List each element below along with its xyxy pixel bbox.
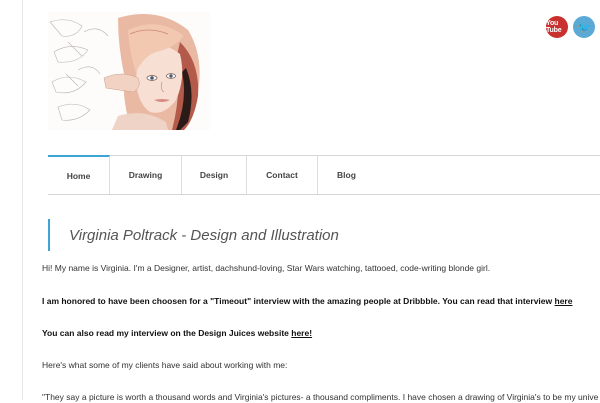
twitter-icon[interactable]: 🐦: [573, 16, 595, 38]
nav-blog-label: Blog: [337, 170, 356, 180]
client-quote: "They say a picture is worth a thousand …: [42, 392, 599, 402]
portrait-drawing: [49, 14, 200, 130]
nav-design[interactable]: Design: [182, 156, 247, 194]
nav-home[interactable]: Home: [48, 155, 110, 194]
page-title: Virginia Poltrack - Design and Illustrat…: [69, 226, 339, 244]
design-juices-text: You can also read my interview on the De…: [42, 328, 292, 338]
nav-design-label: Design: [199, 170, 229, 180]
nav-home-label: Home: [66, 170, 91, 181]
nav-contact[interactable]: Contact: [247, 156, 318, 194]
timeout-paragraph: I am honored to have been choosen for a …: [42, 296, 572, 307]
main-navigation: Home Drawing Design Contact Blog: [48, 155, 600, 195]
page-title-block: Virginia Poltrack - Design and Illustrat…: [48, 219, 339, 251]
clients-intro: Here's what some of my clients have said…: [42, 360, 288, 370]
header-portrait-illustration: [48, 12, 210, 130]
nav-contact-label: Contact: [266, 170, 298, 180]
design-juices-paragraph: You can also read my interview on the De…: [42, 328, 312, 339]
design-juices-link[interactable]: here!: [291, 328, 312, 338]
timeout-interview-link[interactable]: here: [555, 296, 573, 306]
nav-blog[interactable]: Blog: [318, 156, 375, 194]
left-border-line: [22, 0, 23, 400]
timeout-text: I am honored to have been choosen for a …: [42, 296, 555, 306]
intro-paragraph: Hi! My name is Virginia. I'm a Designer,…: [42, 263, 491, 273]
nav-drawing-label: Drawing: [128, 170, 163, 180]
nav-drawing[interactable]: Drawing: [110, 156, 182, 194]
youtube-icon[interactable]: You Tube: [546, 16, 568, 38]
